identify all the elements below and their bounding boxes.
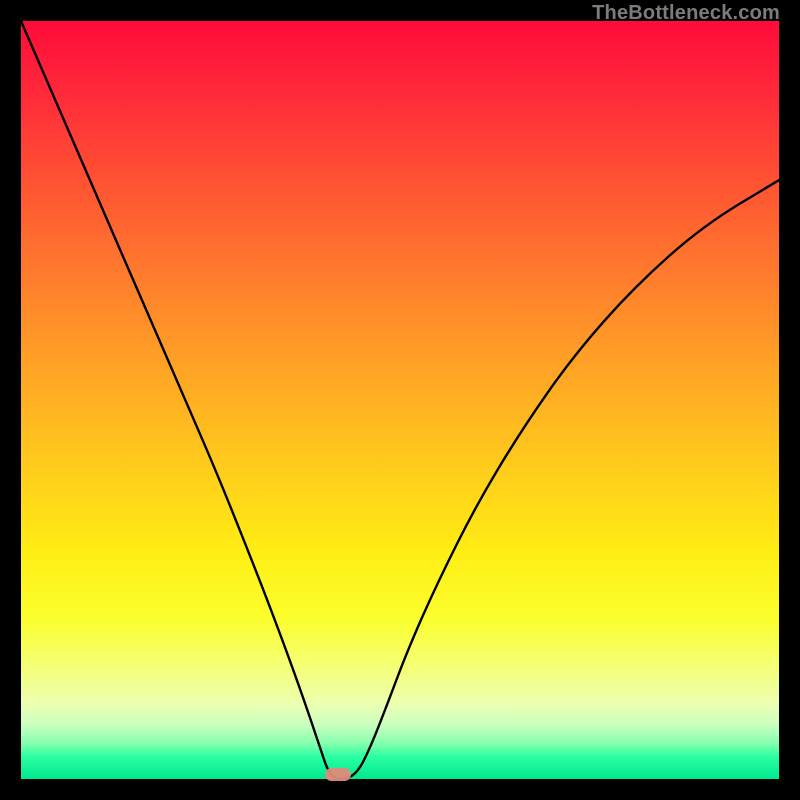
bottleneck-curve: [21, 21, 779, 779]
plot-area: [21, 21, 779, 779]
chart-frame: TheBottleneck.com: [0, 0, 800, 800]
optimum-marker: [325, 768, 351, 781]
